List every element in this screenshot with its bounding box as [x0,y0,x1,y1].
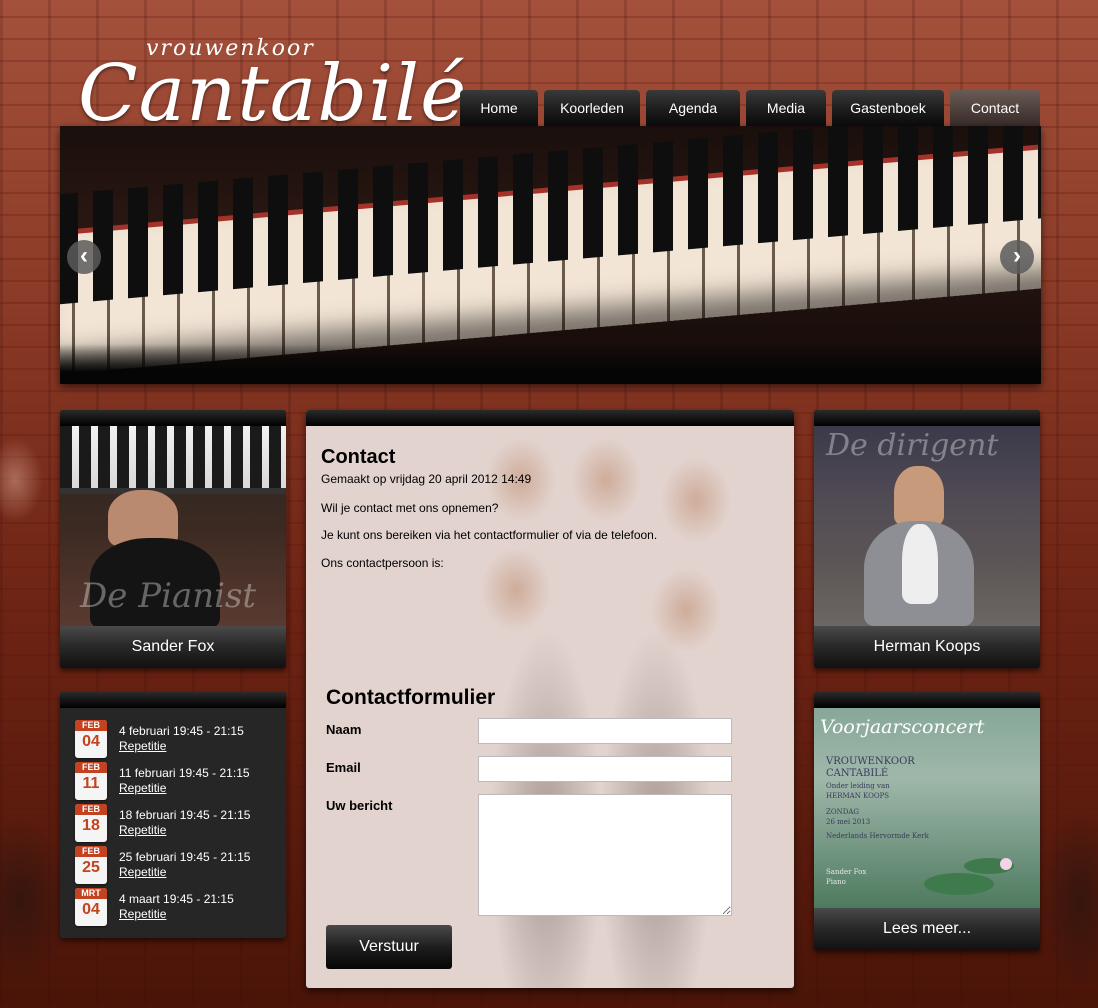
nav-gastenboek[interactable]: Gastenboek [832,90,944,126]
agenda-item: FEB 04 4 februari 19:45 - 21:15 Repetiti… [75,720,275,762]
agenda-item-time: 4 februari 19:45 - 21:15 [119,724,244,738]
slider-next-icon[interactable]: › [1000,240,1034,274]
pianist-name[interactable]: Sander Fox [60,626,286,668]
agenda-item: MRT 04 4 maart 19:45 - 21:15 Repetitie [75,888,275,930]
agenda-item-link[interactable]: Repetitie [119,907,166,921]
main-content: Contact Gemaakt op vrijdag 20 april 2012… [306,410,794,988]
agenda-item: FEB 25 25 februari 19:45 - 21:15 Repetit… [75,846,275,888]
name-field[interactable] [478,718,732,744]
created-date: Gemaakt op vrijdag 20 april 2012 14:49 [321,472,532,486]
agenda-item-link[interactable]: Repetitie [119,865,166,879]
conductor-photo: De dirigent [814,426,1040,626]
nav-koorleden[interactable]: Koorleden [544,90,640,126]
email-field[interactable] [478,756,732,782]
calendar-icon: FEB 04 [75,720,107,758]
agenda-item-link[interactable]: Repetitie [119,739,166,753]
read-more-link[interactable]: Lees meer... [814,908,1040,950]
message-field[interactable] [478,794,732,916]
nav-media[interactable]: Media [746,90,826,126]
calendar-icon: MRT 04 [75,888,107,926]
agenda-item: FEB 18 18 februari 19:45 - 21:15 Repetit… [75,804,275,846]
calendar-icon: FEB 11 [75,762,107,800]
pianist-watermark: De Pianist [80,576,257,616]
submit-button[interactable]: Verstuur [326,925,452,969]
pianist-photo: De Pianist [60,426,286,628]
calendar-icon: FEB 18 [75,804,107,842]
nav-contact[interactable]: Contact [950,90,1040,126]
conductor-box[interactable]: De dirigent Herman Koops [814,410,1040,668]
slider-prev-icon[interactable]: ‹ [67,240,101,274]
agenda-item-time: 18 februari 19:45 - 21:15 [119,808,251,822]
message-label: Uw bericht [326,798,393,813]
concert-box[interactable]: Voorjaarsconcert VROUWENKOOR CANTABILÉ O… [814,692,1040,950]
agenda-item-time: 4 maart 19:45 - 21:15 [119,892,234,906]
pianist-box[interactable]: De Pianist Sander Fox [60,410,286,668]
conductor-watermark: De dirigent [826,428,999,463]
logo-title: Cantabilé [78,49,468,139]
concert-poster: Voorjaarsconcert VROUWENKOOR CANTABILÉ O… [814,708,1040,908]
content-paragraph: Je kunt ons bereiken via het contactform… [321,528,658,542]
page-title: Contact [321,446,396,468]
nav-home[interactable]: Home [460,90,538,126]
agenda-item-time: 25 februari 19:45 - 21:15 [119,850,251,864]
email-label: Email [326,760,361,775]
image-slider: ‹ › [60,126,1041,384]
content-paragraph: Ons contactpersoon is: [321,556,444,570]
nav-agenda[interactable]: Agenda [646,90,740,126]
agenda-item-link[interactable]: Repetitie [119,781,166,795]
agenda-item-time: 11 februari 19:45 - 21:15 [119,766,250,780]
agenda-box: FEB 04 4 februari 19:45 - 21:15 Repetiti… [60,692,286,938]
agenda-item: FEB 11 11 februari 19:45 - 21:15 Repetit… [75,762,275,804]
calendar-icon: FEB 25 [75,846,107,884]
content-paragraph: Wil je contact met ons opnemen? [321,501,499,515]
name-label: Naam [326,722,362,737]
agenda-item-link[interactable]: Repetitie [119,823,166,837]
contact-form-title: Contactformulier [326,686,496,709]
conductor-name[interactable]: Herman Koops [814,626,1040,668]
